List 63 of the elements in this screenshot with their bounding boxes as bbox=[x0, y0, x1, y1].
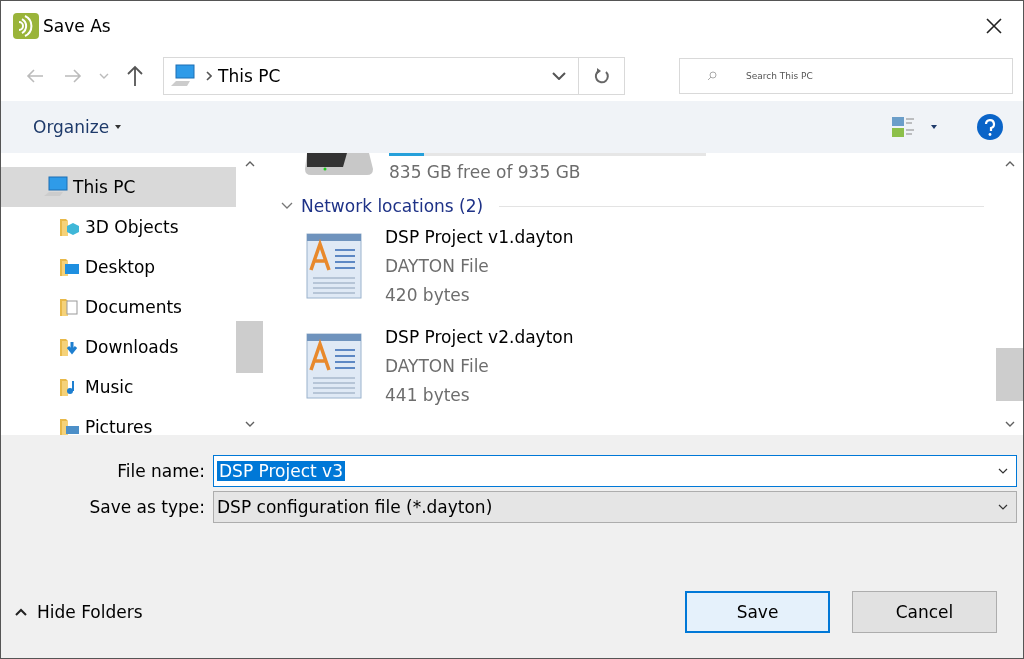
folder-icon bbox=[59, 416, 81, 435]
up-arrow-icon bbox=[127, 65, 143, 87]
chevron-down-icon bbox=[99, 73, 109, 79]
caret-icon[interactable] bbox=[931, 125, 937, 129]
sidebar-item[interactable]: Documents bbox=[1, 287, 236, 327]
address-text: This PC bbox=[218, 66, 282, 86]
sidebar-item[interactable]: Downloads bbox=[1, 327, 236, 367]
computer-icon bbox=[43, 176, 69, 198]
document-icon bbox=[303, 330, 365, 402]
sidebar-item[interactable]: Pictures bbox=[1, 407, 236, 435]
organize-menu[interactable]: Organize bbox=[33, 115, 122, 139]
chevron-down-icon bbox=[998, 468, 1008, 474]
search-field[interactable]: Search This PC bbox=[679, 58, 1013, 94]
document-icon bbox=[303, 230, 365, 302]
file-item[interactable]: DSP Project v1.dayton DAYTON File 420 bytes bbox=[303, 216, 996, 316]
refresh-icon bbox=[593, 67, 610, 85]
folder-icon bbox=[59, 216, 81, 238]
save-type-label: Save as type: bbox=[88, 497, 206, 517]
view-options-icon[interactable] bbox=[891, 115, 917, 139]
file-name: DSP Project v1.dayton bbox=[385, 225, 574, 249]
scrollbar-thumb[interactable] bbox=[996, 348, 1023, 401]
file-name-field[interactable]: DSP Project v3 bbox=[213, 455, 1017, 487]
computer-icon bbox=[170, 64, 196, 88]
sidebar-item[interactable]: Music bbox=[1, 367, 236, 407]
scroll-up-icon[interactable] bbox=[244, 161, 255, 167]
address-bar[interactable]: This PC bbox=[163, 57, 625, 95]
help-icon[interactable] bbox=[977, 114, 1003, 140]
forward-arrow-icon bbox=[64, 69, 82, 83]
dialog-button[interactable]: Save bbox=[685, 591, 830, 633]
file-type: DAYTON File bbox=[385, 254, 490, 278]
caret-icon bbox=[115, 125, 122, 129]
drive-free-space: 835 GB free of 935 GB bbox=[389, 162, 582, 182]
chevron-right-icon bbox=[206, 71, 212, 81]
search-icon bbox=[707, 71, 717, 81]
file-name: DSP Project v2.dayton bbox=[385, 325, 574, 349]
hide-folders-button[interactable]: Hide Folders bbox=[15, 600, 143, 624]
dialog-button[interactable]: Cancel bbox=[852, 591, 997, 633]
group-toggle[interactable] bbox=[281, 202, 293, 210]
hard-drive-icon bbox=[303, 153, 375, 175]
file-name-label: File name: bbox=[116, 461, 206, 481]
save-type-dropdown[interactable]: DSP configuration file (*.dayton) bbox=[213, 491, 1017, 523]
back-arrow-icon bbox=[26, 69, 44, 83]
file-item[interactable]: DSP Project v2.dayton DAYTON File 441 bytes bbox=[303, 316, 996, 416]
chevron-up-icon bbox=[15, 608, 27, 616]
chevron-down-icon bbox=[998, 504, 1008, 510]
chevron-icon bbox=[281, 202, 293, 210]
scroll-up-icon[interactable] bbox=[1004, 161, 1015, 167]
window-title: Save As bbox=[43, 16, 111, 36]
file-size: 420 bytes bbox=[385, 283, 471, 307]
scrollbar-thumb[interactable] bbox=[236, 321, 263, 373]
file-type: DAYTON File bbox=[385, 354, 490, 378]
sidebar-item[interactable]: This PC bbox=[1, 167, 236, 207]
close-icon bbox=[986, 18, 1002, 34]
chevron-down-icon bbox=[552, 72, 566, 80]
sidebar-item[interactable]: Desktop bbox=[1, 247, 236, 287]
file-size: 441 bytes bbox=[385, 383, 471, 407]
folder-icon bbox=[59, 256, 81, 278]
group-header[interactable]: Network locations (2) bbox=[301, 196, 484, 216]
folder-icon bbox=[59, 296, 81, 318]
app-logo-icon bbox=[13, 13, 39, 39]
scroll-down-icon[interactable] bbox=[1004, 421, 1015, 427]
scroll-down-icon[interactable] bbox=[244, 421, 255, 427]
sidebar-item[interactable]: 3D Objects bbox=[1, 207, 236, 247]
